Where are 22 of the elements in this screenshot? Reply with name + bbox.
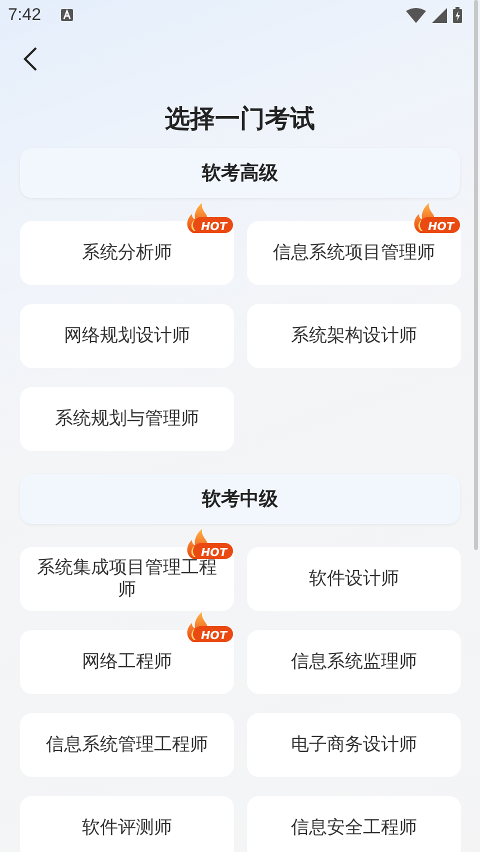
section-header: 软考高级 — [20, 148, 460, 198]
exam-option[interactable]: 软件评测师 — [20, 796, 234, 852]
exam-option[interactable]: 软件设计师 — [247, 547, 461, 611]
exam-option[interactable]: 信息系统管理工程师 — [20, 713, 234, 777]
notification-icon — [61, 9, 74, 21]
battery-icon — [453, 7, 462, 23]
exam-option[interactable]: 信息安全工程师 — [247, 796, 461, 852]
hot-badge: HOT — [412, 203, 460, 234]
wifi-icon — [406, 8, 426, 22]
signal-icon — [432, 8, 447, 22]
status-time: 7:42 — [8, 5, 42, 25]
exam-option[interactable]: 电子商务设计师 — [247, 713, 461, 777]
back-icon — [22, 46, 38, 72]
page-title: 选择一门考试 — [164, 103, 316, 135]
exam-option[interactable]: 系统架构设计师 — [247, 304, 461, 368]
section-header: 软考中级 — [20, 474, 460, 524]
hot-badge: HOT — [185, 612, 233, 643]
hot-badge: HOT — [185, 203, 233, 234]
exam-option[interactable]: 系统规划与管理师 — [20, 387, 234, 451]
exam-option[interactable]: 网络规划设计师 — [20, 304, 234, 368]
exam-option[interactable]: 信息系统监理师 — [247, 630, 461, 694]
hot-badge: HOT — [185, 529, 233, 560]
